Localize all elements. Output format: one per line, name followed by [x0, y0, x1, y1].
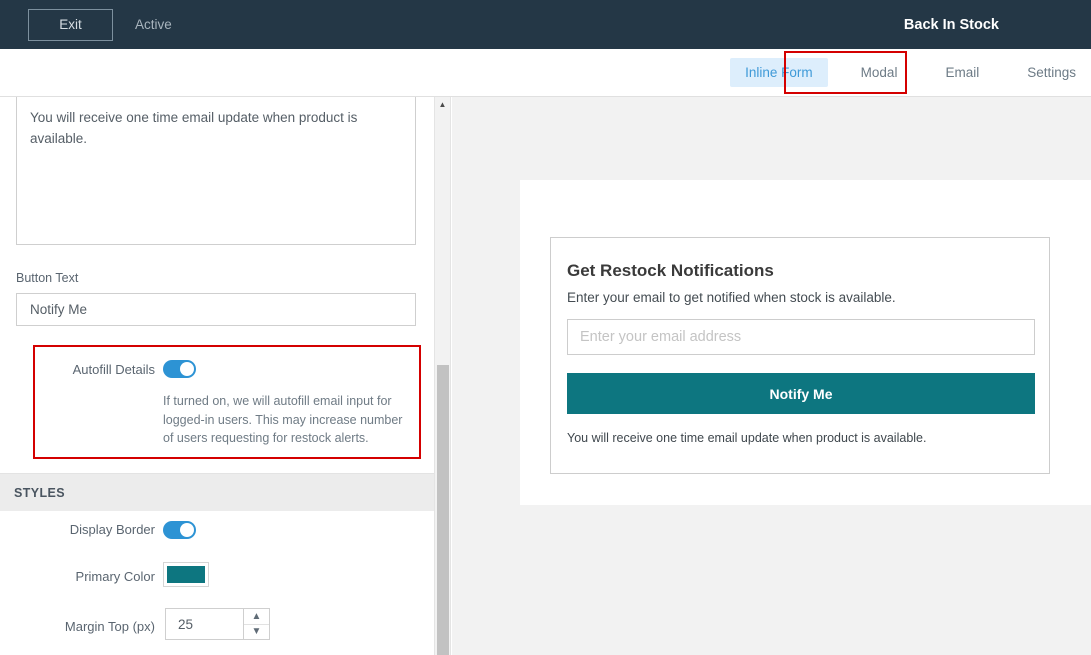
margin-top-label: Margin Top (px)	[64, 619, 155, 634]
preview-area: Get Restock Notifications Enter your ema…	[452, 97, 1091, 655]
primary-color-swatch[interactable]	[163, 562, 209, 587]
autofill-details-label: Autofill Details	[72, 362, 155, 377]
margin-top-value[interactable]: 25	[166, 609, 243, 639]
settings-panel: You will receive one time email update w…	[0, 97, 434, 655]
tab-modal[interactable]: Modal	[846, 58, 913, 87]
chevron-up-icon[interactable]: ▲	[244, 609, 269, 625]
primary-color-label: Primary Color	[75, 569, 155, 584]
styles-section-header: STYLES	[0, 473, 434, 511]
tab-inline-form[interactable]: Inline Form	[730, 58, 828, 87]
exit-button[interactable]: Exit	[28, 8, 113, 41]
card-title: Get Restock Notifications	[567, 261, 774, 280]
restock-notification-card: Get Restock Notifications Enter your ema…	[550, 237, 1050, 474]
autofill-details-toggle[interactable]	[163, 360, 196, 378]
editor-body: You will receive one time email update w…	[0, 97, 1091, 655]
autofill-details-help-text: If turned on, we will autofill email inp…	[163, 394, 403, 445]
top-navbar: Exit Active Back In Stock	[0, 0, 1091, 49]
color-fill	[167, 566, 205, 583]
notify-me-button[interactable]: Notify Me	[567, 373, 1035, 414]
chevron-down-icon[interactable]: ▼	[244, 625, 269, 640]
settings-panel-scrollbar[interactable]: ▲	[434, 97, 451, 655]
card-footnote: You will receive one time email update w…	[567, 431, 927, 445]
button-text-label: Button Text	[16, 271, 79, 285]
email-input[interactable]: Enter your email address	[567, 319, 1035, 355]
autofill-details-group: Autofill Details If turned on, we will a…	[0, 346, 434, 458]
card-subtitle: Enter your email to get notified when st…	[567, 290, 896, 305]
triangle-up-icon[interactable]: ▲	[435, 97, 450, 112]
stepper-arrows: ▲ ▼	[243, 609, 269, 639]
tab-settings[interactable]: Settings	[1012, 58, 1091, 87]
display-border-toggle[interactable]	[163, 521, 196, 539]
tab-email[interactable]: Email	[930, 58, 994, 87]
scrollbar-thumb[interactable]	[437, 365, 449, 655]
margin-top-stepper[interactable]: 25 ▲ ▼	[165, 608, 270, 640]
tab-bar: Inline Form Modal Email Settings	[0, 49, 1091, 97]
description-textarea[interactable]: You will receive one time email update w…	[16, 97, 416, 245]
status-active-label: Active	[135, 17, 172, 32]
display-border-label: Display Border	[69, 522, 155, 537]
button-text-input[interactable]: Notify Me	[16, 293, 416, 326]
preview-sheet: Get Restock Notifications Enter your ema…	[520, 180, 1091, 505]
toggle-knob	[180, 362, 194, 376]
toggle-knob	[180, 523, 194, 537]
